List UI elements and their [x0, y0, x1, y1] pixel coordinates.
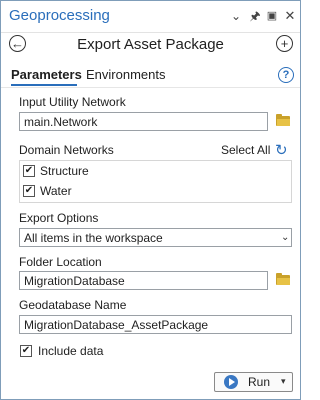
folder-location-label: Folder Location: [19, 255, 102, 269]
select-all-link[interactable]: Select All: [221, 143, 270, 157]
chevron-down-icon[interactable]: ▾: [281, 376, 286, 387]
include-data-checkbox[interactable]: ✔: [20, 345, 32, 357]
include-data-label: Include data: [38, 344, 104, 358]
folder-icon[interactable]: [276, 114, 290, 126]
folder-location-field[interactable]: MigrationDatabase: [19, 271, 268, 290]
export-options-label: Export Options: [19, 211, 99, 225]
chevron-down-icon[interactable]: ⌄: [229, 9, 243, 23]
pane-titlebar: Geoprocessing ⌄ 🖈 ▣ ✕: [1, 1, 300, 33]
run-button[interactable]: Run ▾: [214, 372, 293, 392]
chevron-down-icon[interactable]: ⌄: [281, 232, 289, 243]
tool-title: Export Asset Package: [77, 36, 224, 53]
maximize-icon[interactable]: ▣: [265, 9, 279, 23]
folder-icon[interactable]: [276, 273, 290, 285]
domain-networks-label: Domain Networks: [19, 143, 114, 157]
input-network-field[interactable]: main.Network: [19, 112, 268, 131]
export-options-select[interactable]: All items in the workspace: [19, 228, 292, 247]
tab-environments[interactable]: Environments: [86, 67, 165, 82]
help-icon[interactable]: ?: [278, 67, 294, 83]
refresh-icon[interactable]: ↻: [275, 141, 288, 159]
active-tab-indicator: [11, 84, 77, 86]
run-label: Run: [248, 375, 271, 389]
geoprocessing-pane: Geoprocessing ⌄ 🖈 ▣ ✕ ← Export Asset Pac…: [0, 0, 301, 400]
pin-icon[interactable]: 🖈: [248, 9, 262, 23]
pane-title: Geoprocessing: [9, 7, 110, 24]
water-label: Water: [40, 184, 72, 198]
play-icon: [224, 375, 238, 389]
add-button[interactable]: +: [276, 35, 293, 52]
geodatabase-name-label: Geodatabase Name: [19, 298, 127, 312]
tab-parameters[interactable]: Parameters: [11, 67, 82, 82]
tab-divider: [1, 87, 300, 88]
water-checkbox[interactable]: ✔: [23, 185, 35, 197]
input-network-label: Input Utility Network: [19, 95, 126, 109]
geodatabase-name-field[interactable]: MigrationDatabase_AssetPackage: [19, 315, 292, 334]
close-icon[interactable]: ✕: [283, 9, 297, 23]
structure-checkbox[interactable]: ✔: [23, 165, 35, 177]
structure-label: Structure: [40, 164, 89, 178]
